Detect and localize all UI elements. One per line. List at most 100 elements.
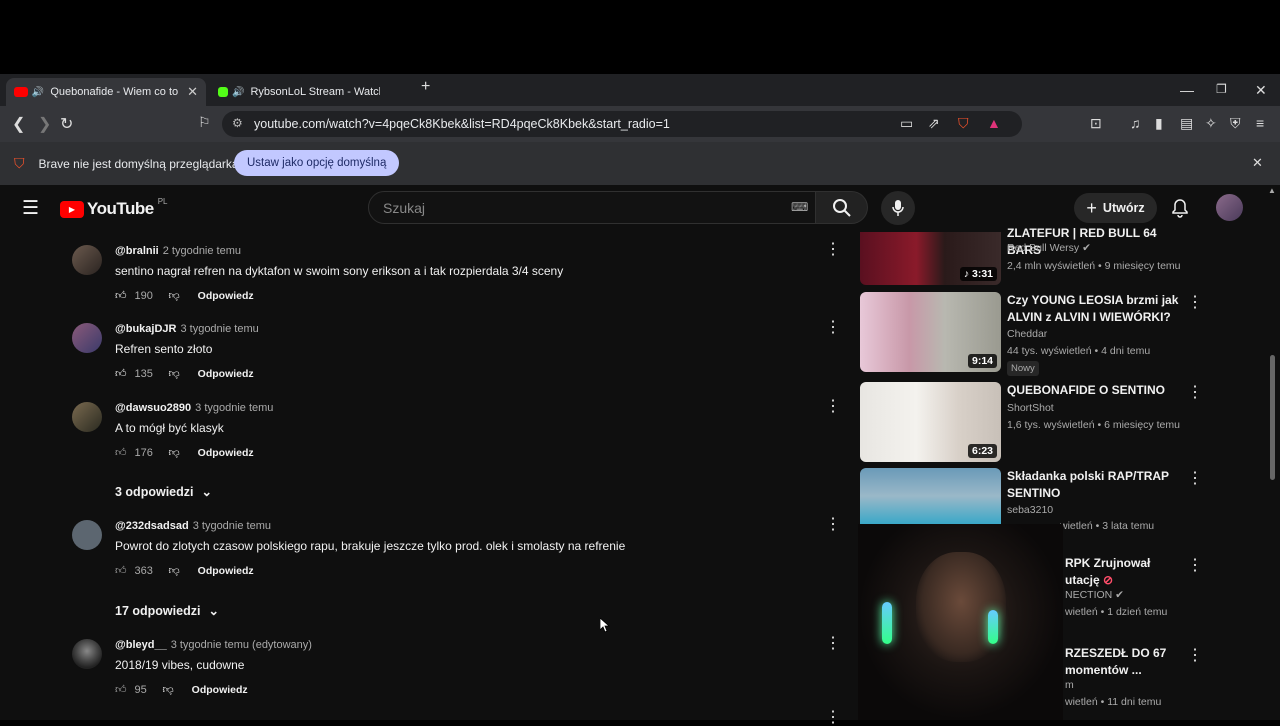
more-options-icon[interactable]: ⋮ (1187, 471, 1203, 487)
more-options-icon[interactable]: ⋮ (1187, 385, 1203, 401)
username: @dawsuo2890 (115, 402, 192, 414)
video-thumbnail[interactable] (860, 468, 1001, 524)
reply-button[interactable]: Odpowiedz (198, 290, 254, 302)
video-thumbnail[interactable]: 6:23 (860, 382, 1001, 462)
menu-icon[interactable]: ≡ (1256, 115, 1264, 131)
comment-time: 3 tygodnie temu (180, 323, 259, 335)
video-thumbnail[interactable]: ♪ 3:31 (860, 232, 1001, 285)
more-options-icon[interactable]: ⋮ (1187, 648, 1203, 664)
media-icon[interactable]: ♫ (1130, 115, 1141, 131)
more-options-icon[interactable]: ⋮ (1187, 558, 1203, 574)
search-button[interactable] (816, 191, 868, 224)
reply-button[interactable]: Odpowiedz (198, 447, 254, 459)
account-avatar[interactable] (1216, 194, 1243, 221)
dislike-icon[interactable]: 👎︎ (169, 564, 180, 577)
create-button[interactable]: + Utwórz (1074, 193, 1157, 223)
notification-close-icon[interactable]: ✕ (1252, 155, 1263, 171)
reload-icon[interactable]: ↻ (60, 114, 73, 134)
comment-author[interactable]: @232dsadsad 3 tygodnie temu (115, 520, 271, 532)
leo-ai-icon[interactable]: ✧ (1205, 115, 1217, 132)
dislike-icon[interactable]: 👎︎ (163, 683, 174, 696)
comment-author[interactable]: @bukajDJR 3 tygodnie temu (115, 323, 259, 335)
like-icon[interactable]: 👍︎ (115, 289, 127, 302)
more-options-icon[interactable]: ⋮ (825, 710, 841, 726)
more-options-icon[interactable]: ⋮ (825, 636, 841, 652)
set-default-button[interactable]: Ustaw jako opcję domyślną (234, 150, 400, 176)
share-icon[interactable]: ⇗ (928, 115, 940, 132)
video-channel[interactable]: Red Bull Wersy ✔ (1007, 242, 1091, 254)
reply-button[interactable]: Odpowiedz (192, 684, 248, 696)
reply-button[interactable]: Odpowiedz (198, 368, 254, 380)
keyboard-icon[interactable]: ⌨ (791, 200, 808, 214)
view-count: 2,4 mln wyświetleń (1007, 260, 1096, 272)
show-replies-button[interactable]: 17 odpowiedzi ⌄ (115, 603, 219, 619)
video-channel[interactable]: Cheddar (1007, 328, 1047, 340)
hamburger-menu-icon[interactable]: ☰ (22, 197, 39, 220)
avatar[interactable] (72, 323, 102, 353)
site-info-icon[interactable]: ⚙ (232, 116, 243, 130)
comment-author[interactable]: @bleyd__ 3 tygodnie temu (edytowany) (115, 639, 312, 651)
comment-author[interactable]: @dawsuo2890 3 tygodnie temu (115, 402, 273, 414)
video-channel[interactable]: m (1065, 679, 1074, 691)
minimize-icon[interactable]: — (1180, 82, 1194, 98)
vpn-icon[interactable]: ⛨ (1230, 115, 1241, 132)
cast-icon[interactable]: ▭ (900, 115, 913, 132)
screenshot-icon[interactable]: ⊡ (1090, 115, 1102, 132)
more-options-icon[interactable]: ⋮ (825, 320, 841, 336)
more-options-icon[interactable]: ⋮ (825, 399, 841, 415)
scroll-up-icon[interactable]: ▲ (1268, 186, 1276, 195)
search-icon (832, 198, 851, 217)
like-icon[interactable]: 👍︎ (115, 683, 127, 696)
restore-icon[interactable]: ❐ (1216, 82, 1227, 96)
upload-age: 6 miesięcy temu (1104, 419, 1180, 431)
more-options-icon[interactable]: ⋮ (1187, 295, 1203, 311)
avatar[interactable] (72, 520, 102, 550)
dislike-icon[interactable]: 👎︎ (169, 289, 180, 302)
video-channel[interactable]: NECTION ✔ (1065, 589, 1124, 601)
tab-quebonafide[interactable]: 🔊 Quebonafide - Wiem co to bó ✕ (6, 78, 206, 106)
dislike-icon[interactable]: 👎︎ (169, 446, 180, 459)
headphone-left (882, 602, 892, 644)
comment-author[interactable]: @bralnii 2 tygodnie temu (115, 245, 241, 257)
notifications-bell-icon[interactable] (1171, 198, 1189, 218)
forward-icon[interactable]: ❯ (38, 114, 51, 134)
voice-search-button[interactable] (881, 191, 915, 225)
webcam-overlay (858, 524, 1063, 720)
video-thumbnail[interactable]: 9:14 (860, 292, 1001, 372)
bookmark-icon[interactable]: ⚐ (198, 114, 211, 131)
video-meta: 44 tys. wyświetleń • 4 dni temu (1007, 345, 1151, 357)
avatar[interactable] (72, 639, 102, 669)
streamer-face (916, 552, 1006, 662)
upload-age: 11 dni temu (1107, 696, 1162, 708)
scrollbar-thumb[interactable] (1270, 355, 1275, 480)
back-icon[interactable]: ❮ (12, 114, 25, 134)
like-icon[interactable]: 👍︎ (115, 564, 127, 577)
channel-name: Red Bull Wersy (1007, 242, 1080, 254)
close-tab-icon[interactable]: ✕ (187, 84, 198, 100)
new-tab-button[interactable]: + (421, 78, 430, 96)
reply-button[interactable]: Odpowiedz (198, 565, 254, 577)
more-options-icon[interactable]: ⋮ (825, 517, 841, 533)
search-input[interactable]: Szukaj ⌨ (368, 191, 816, 224)
tab-rybsonlol[interactable]: 🔊 RybsonLoL Stream - Watch Live o (210, 78, 410, 106)
show-replies-button[interactable]: 3 odpowiedzi ⌄ (115, 484, 212, 500)
video-meta: wietleń • 1 dzień temu (1065, 606, 1168, 618)
brave-shields-icon[interactable]: ⛉ (958, 115, 969, 132)
like-icon[interactable]: 👍︎ (115, 446, 127, 459)
avatar[interactable] (72, 402, 102, 432)
like-icon[interactable]: 👍︎ (115, 367, 127, 380)
video-title: QUEBONAFIDE O SENTINO (1007, 383, 1166, 397)
sidebar-icon[interactable]: ▮ (1155, 115, 1163, 132)
brave-rewards-icon[interactable]: ▲ (987, 115, 1001, 131)
youtube-logo[interactable]: ▶ YouTube PL (60, 197, 168, 219)
video-channel[interactable]: ShortShot (1007, 402, 1054, 414)
dislike-icon[interactable]: 👎︎ (169, 367, 180, 380)
wallet-icon[interactable]: ▤ (1180, 115, 1193, 132)
more-options-icon[interactable]: ⋮ (825, 242, 841, 258)
video-channel[interactable]: seba3210 (1007, 504, 1053, 516)
window-close-icon[interactable]: ✕ (1255, 82, 1267, 99)
like-count: 363 (134, 564, 153, 577)
avatar[interactable] (72, 245, 102, 275)
comment-actions: 👍︎ 190 👎︎ Odpowiedz (115, 289, 254, 303)
search-placeholder: Szukaj (383, 199, 426, 216)
